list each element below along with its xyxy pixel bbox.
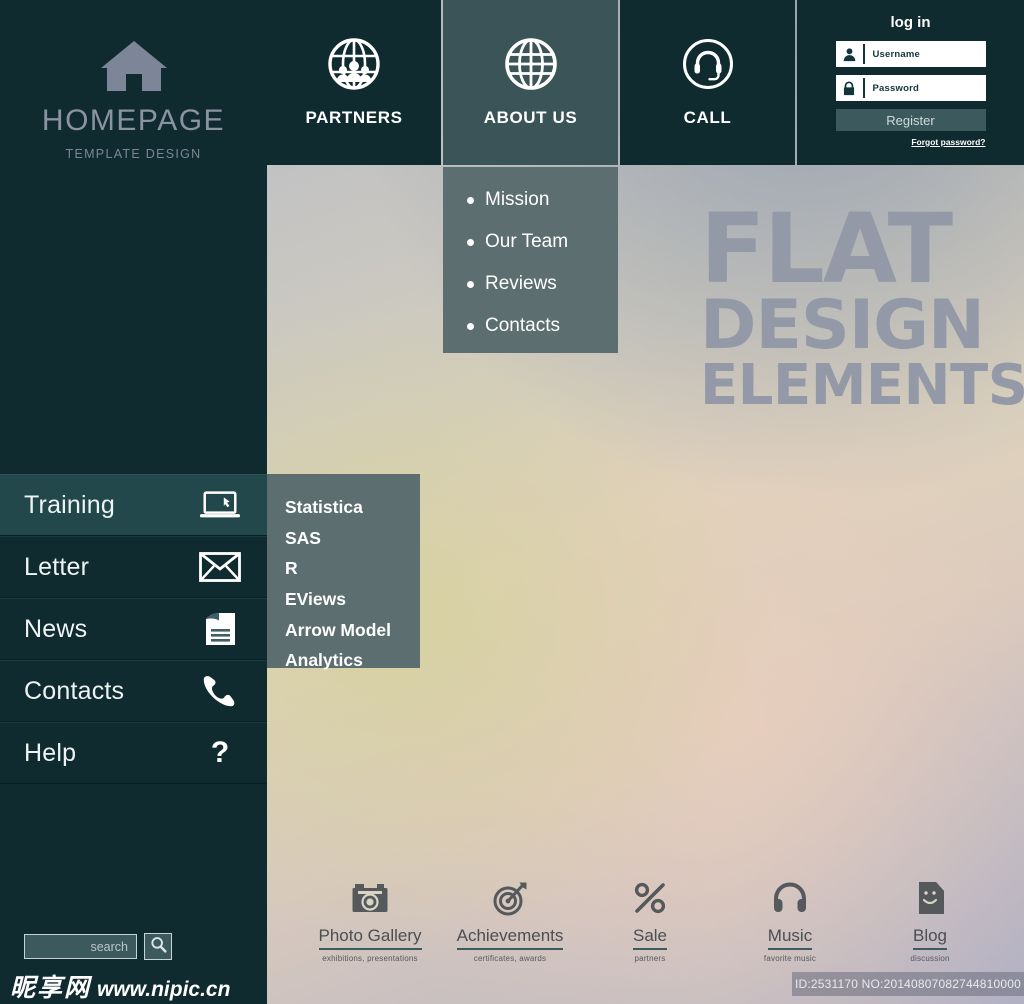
left-sidebar: HOMEPAGE TEMPLATE DESIGN Training Letter <box>0 0 267 1004</box>
dropdown-item-mission[interactable]: Mission <box>467 189 618 211</box>
footer-item-photo-gallery[interactable]: Photo Gallery exhibitions, presentations <box>300 876 440 963</box>
sidebar-item-letter[interactable]: Letter <box>0 536 267 598</box>
password-placeholder: Password <box>872 82 919 94</box>
bullet-icon <box>467 322 474 330</box>
footer-item-title: Photo Gallery <box>318 926 422 950</box>
nav-tile-partners[interactable]: PARTNERS <box>267 0 441 165</box>
submenu-item-arrow-model[interactable]: Arrow Model <box>285 619 420 643</box>
sidebar-item-label: Help <box>24 738 77 767</box>
home-icon <box>98 38 170 94</box>
footer-links: Photo Gallery exhibitions, presentations… <box>300 876 1000 976</box>
footer-item-achievements[interactable]: Achievements certificates, awards <box>440 876 580 963</box>
sidebar-menu: Training Letter News Contacts Help ? <box>0 474 267 784</box>
password-field[interactable]: Password <box>835 75 986 101</box>
sidebar-item-help[interactable]: Help ? <box>0 722 267 784</box>
headphones-icon <box>720 876 860 920</box>
headline-line-3: ELEMENTS <box>700 353 1024 419</box>
login-title: log in <box>890 14 931 31</box>
dropdown-item-label: Mission <box>485 189 550 210</box>
footer-item-subtitle: favorite music <box>763 954 817 963</box>
laptop-icon <box>199 487 241 523</box>
forgot-password-link[interactable]: Forgot password? <box>836 137 985 147</box>
footer-item-subtitle: partners <box>634 954 666 963</box>
footer-item-sale[interactable]: Sale partners <box>580 876 720 963</box>
search-row <box>24 933 172 960</box>
dropdown-item-reviews[interactable]: Reviews <box>467 273 618 295</box>
dropdown-item-contacts[interactable]: Contacts <box>467 315 618 337</box>
nav-tile-label: ABOUT US <box>483 108 578 127</box>
nav-tile-call[interactable]: CALL <box>620 0 795 165</box>
nav-tile-about-us[interactable]: ABOUT US <box>443 0 618 165</box>
dropdown-item-label: Contacts <box>485 315 560 336</box>
user-icon <box>836 41 863 67</box>
envelope-icon <box>199 549 241 585</box>
footer-item-subtitle: exhibitions, presentations <box>322 954 418 963</box>
sidebar-item-label: News <box>24 614 88 643</box>
lock-icon <box>836 75 863 101</box>
search-button[interactable] <box>144 933 172 960</box>
footer-item-music[interactable]: Music favorite music <box>720 876 860 963</box>
phone-icon <box>199 673 241 709</box>
newspaper-icon <box>199 611 241 647</box>
search-input[interactable] <box>24 934 137 959</box>
site-subtitle: TEMPLATE DESIGN <box>65 147 202 161</box>
site-title: HOMEPAGE <box>41 104 226 137</box>
target-icon <box>440 876 580 920</box>
headset-icon <box>681 37 735 96</box>
site-watermark: 昵享网 www.nipic.cn <box>10 968 230 1004</box>
bullet-icon <box>467 238 474 246</box>
dropdown-item-our-team[interactable]: Our Team <box>467 231 618 253</box>
footer-item-title: Blog <box>912 926 948 950</box>
nav-tile-label: PARTNERS <box>305 108 403 127</box>
footer-item-subtitle: certificates, awards <box>473 954 547 963</box>
globe-people-icon <box>327 37 381 96</box>
username-field[interactable]: Username <box>835 41 986 67</box>
watermark-cn-text: 昵享网 <box>10 973 92 1002</box>
footer-item-title: Music <box>767 926 813 950</box>
footer-item-title: Achievements <box>456 926 564 950</box>
login-panel: log in Username Password Register Forgot… <box>797 0 1024 165</box>
bullet-icon <box>467 196 474 204</box>
footer-item-subtitle: discussion <box>910 954 950 963</box>
nav-tile-label: CALL <box>683 108 732 127</box>
submenu-item-r[interactable]: R <box>285 557 420 581</box>
headline-line-2: DESIGN <box>700 285 985 365</box>
training-submenu: Statistica SAS R EViews Arrow Model Anal… <box>267 474 420 670</box>
page-root: FLAT DESIGN ELEMENTS PARTNERS ABOUT US C… <box>0 0 1024 1004</box>
headline-line-1: FLAT <box>700 193 953 305</box>
hero-headline: FLAT DESIGN ELEMENTS <box>700 193 1024 419</box>
sidebar-item-training[interactable]: Training <box>0 474 267 536</box>
footer-item-title: Sale <box>632 926 668 950</box>
watermark-url-text: www.nipic.cn <box>97 978 231 1001</box>
dropdown-item-label: Our Team <box>485 231 569 252</box>
submenu-item-sas[interactable]: SAS <box>285 527 420 551</box>
submenu-item-analytics[interactable]: Analytics <box>285 649 420 673</box>
submenu-item-statistica[interactable]: Statistica <box>285 496 420 520</box>
sidebar-item-label: Training <box>24 490 115 519</box>
brand-block[interactable]: HOMEPAGE TEMPLATE DESIGN <box>0 0 267 161</box>
sidebar-item-label: Letter <box>24 552 90 581</box>
magnifier-icon <box>150 936 167 958</box>
about-us-dropdown: Mission Our Team Reviews Contacts <box>443 167 618 353</box>
sidebar-item-contacts[interactable]: Contacts <box>0 660 267 722</box>
id-watermark: ID:2531170 NO:20140807082744810000 <box>792 972 1024 996</box>
username-placeholder: Username <box>872 48 921 60</box>
sidebar-item-news[interactable]: News <box>0 598 267 660</box>
camera-icon <box>300 876 440 920</box>
submenu-item-eviews[interactable]: EViews <box>285 588 420 612</box>
footer-item-blog[interactable]: Blog discussion <box>860 876 1000 963</box>
globe-icon <box>504 37 558 96</box>
question-mark-icon: ? <box>210 736 230 769</box>
sidebar-item-label: Contacts <box>24 676 125 705</box>
dropdown-item-label: Reviews <box>485 273 557 294</box>
bullet-icon <box>467 280 474 288</box>
speech-note-icon <box>860 876 1000 920</box>
register-button[interactable]: Register <box>835 109 986 131</box>
percent-icon <box>580 876 720 920</box>
